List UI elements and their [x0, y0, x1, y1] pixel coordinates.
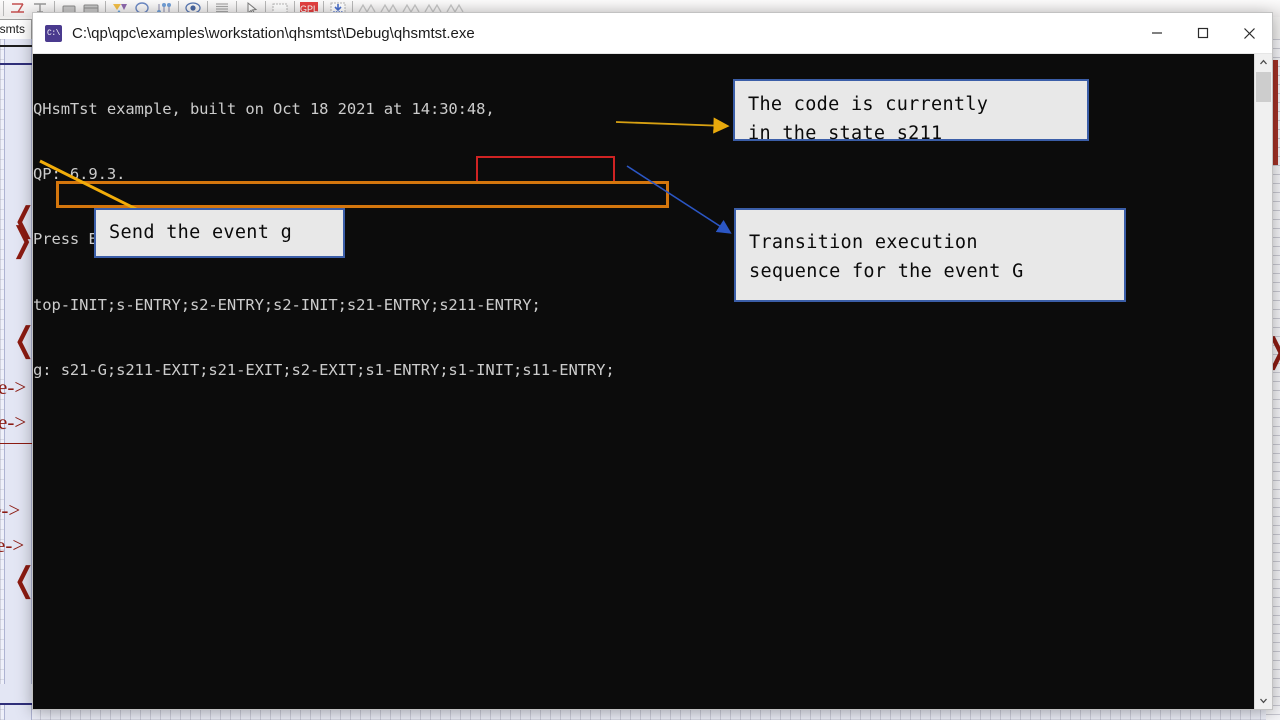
send-event-callout: Send the event g [94, 208, 345, 258]
diagram-separator [0, 45, 34, 47]
console-app-icon: C:\ [45, 24, 62, 42]
console-scrollbar[interactable] [1254, 54, 1272, 709]
diagram-event-label: e-> [0, 410, 27, 434]
scroll-down-arrow-icon[interactable] [1255, 692, 1272, 709]
scroll-up-arrow-icon[interactable] [1255, 54, 1272, 71]
current-state-callout: The code is currently in the state s211 [733, 79, 1089, 144]
close-button[interactable] [1226, 13, 1272, 53]
diagram-event-label: e-> [0, 533, 25, 557]
minimize-button[interactable] [1134, 13, 1180, 53]
console-line: QHsmTst example, built on Oct 18 2021 at… [33, 99, 495, 118]
scrollbar-thumb[interactable] [1256, 72, 1271, 102]
maximize-button[interactable] [1180, 13, 1226, 53]
diagram-separator [0, 443, 34, 444]
background-tab[interactable]: hsmts [0, 19, 33, 41]
diagram-event-label: e-> [0, 375, 27, 399]
transition-sequence-callout: Transition execution sequence for the ev… [734, 208, 1126, 302]
toolbar-separator [3, 1, 4, 16]
window-titlebar[interactable]: C:\ C:\qp\qpc\examples\workstation\qhsmt… [33, 13, 1272, 54]
console-line: top-INIT;s-ENTRY;s2-ENTRY;s2-INIT;s21-EN… [33, 295, 541, 314]
screen: GPL hsmts [0, 0, 1280, 720]
console-line: QP: 6.9.3. [33, 164, 126, 183]
arrow-tool-icon[interactable] [8, 1, 28, 16]
console-line: g: s21-G;s211-EXIT;s21-EXIT;s2-EXIT;s1-E… [33, 361, 615, 380]
window-title: C:\qp\qpc\examples\workstation\qhsmtst\D… [72, 24, 475, 42]
console-output-area[interactable]: QHsmTst example, built on Oct 18 2021 at… [33, 54, 1272, 709]
diagram-separator [0, 63, 34, 65]
window-controls [1134, 13, 1272, 53]
diagram-event-label: e-> [0, 498, 21, 522]
